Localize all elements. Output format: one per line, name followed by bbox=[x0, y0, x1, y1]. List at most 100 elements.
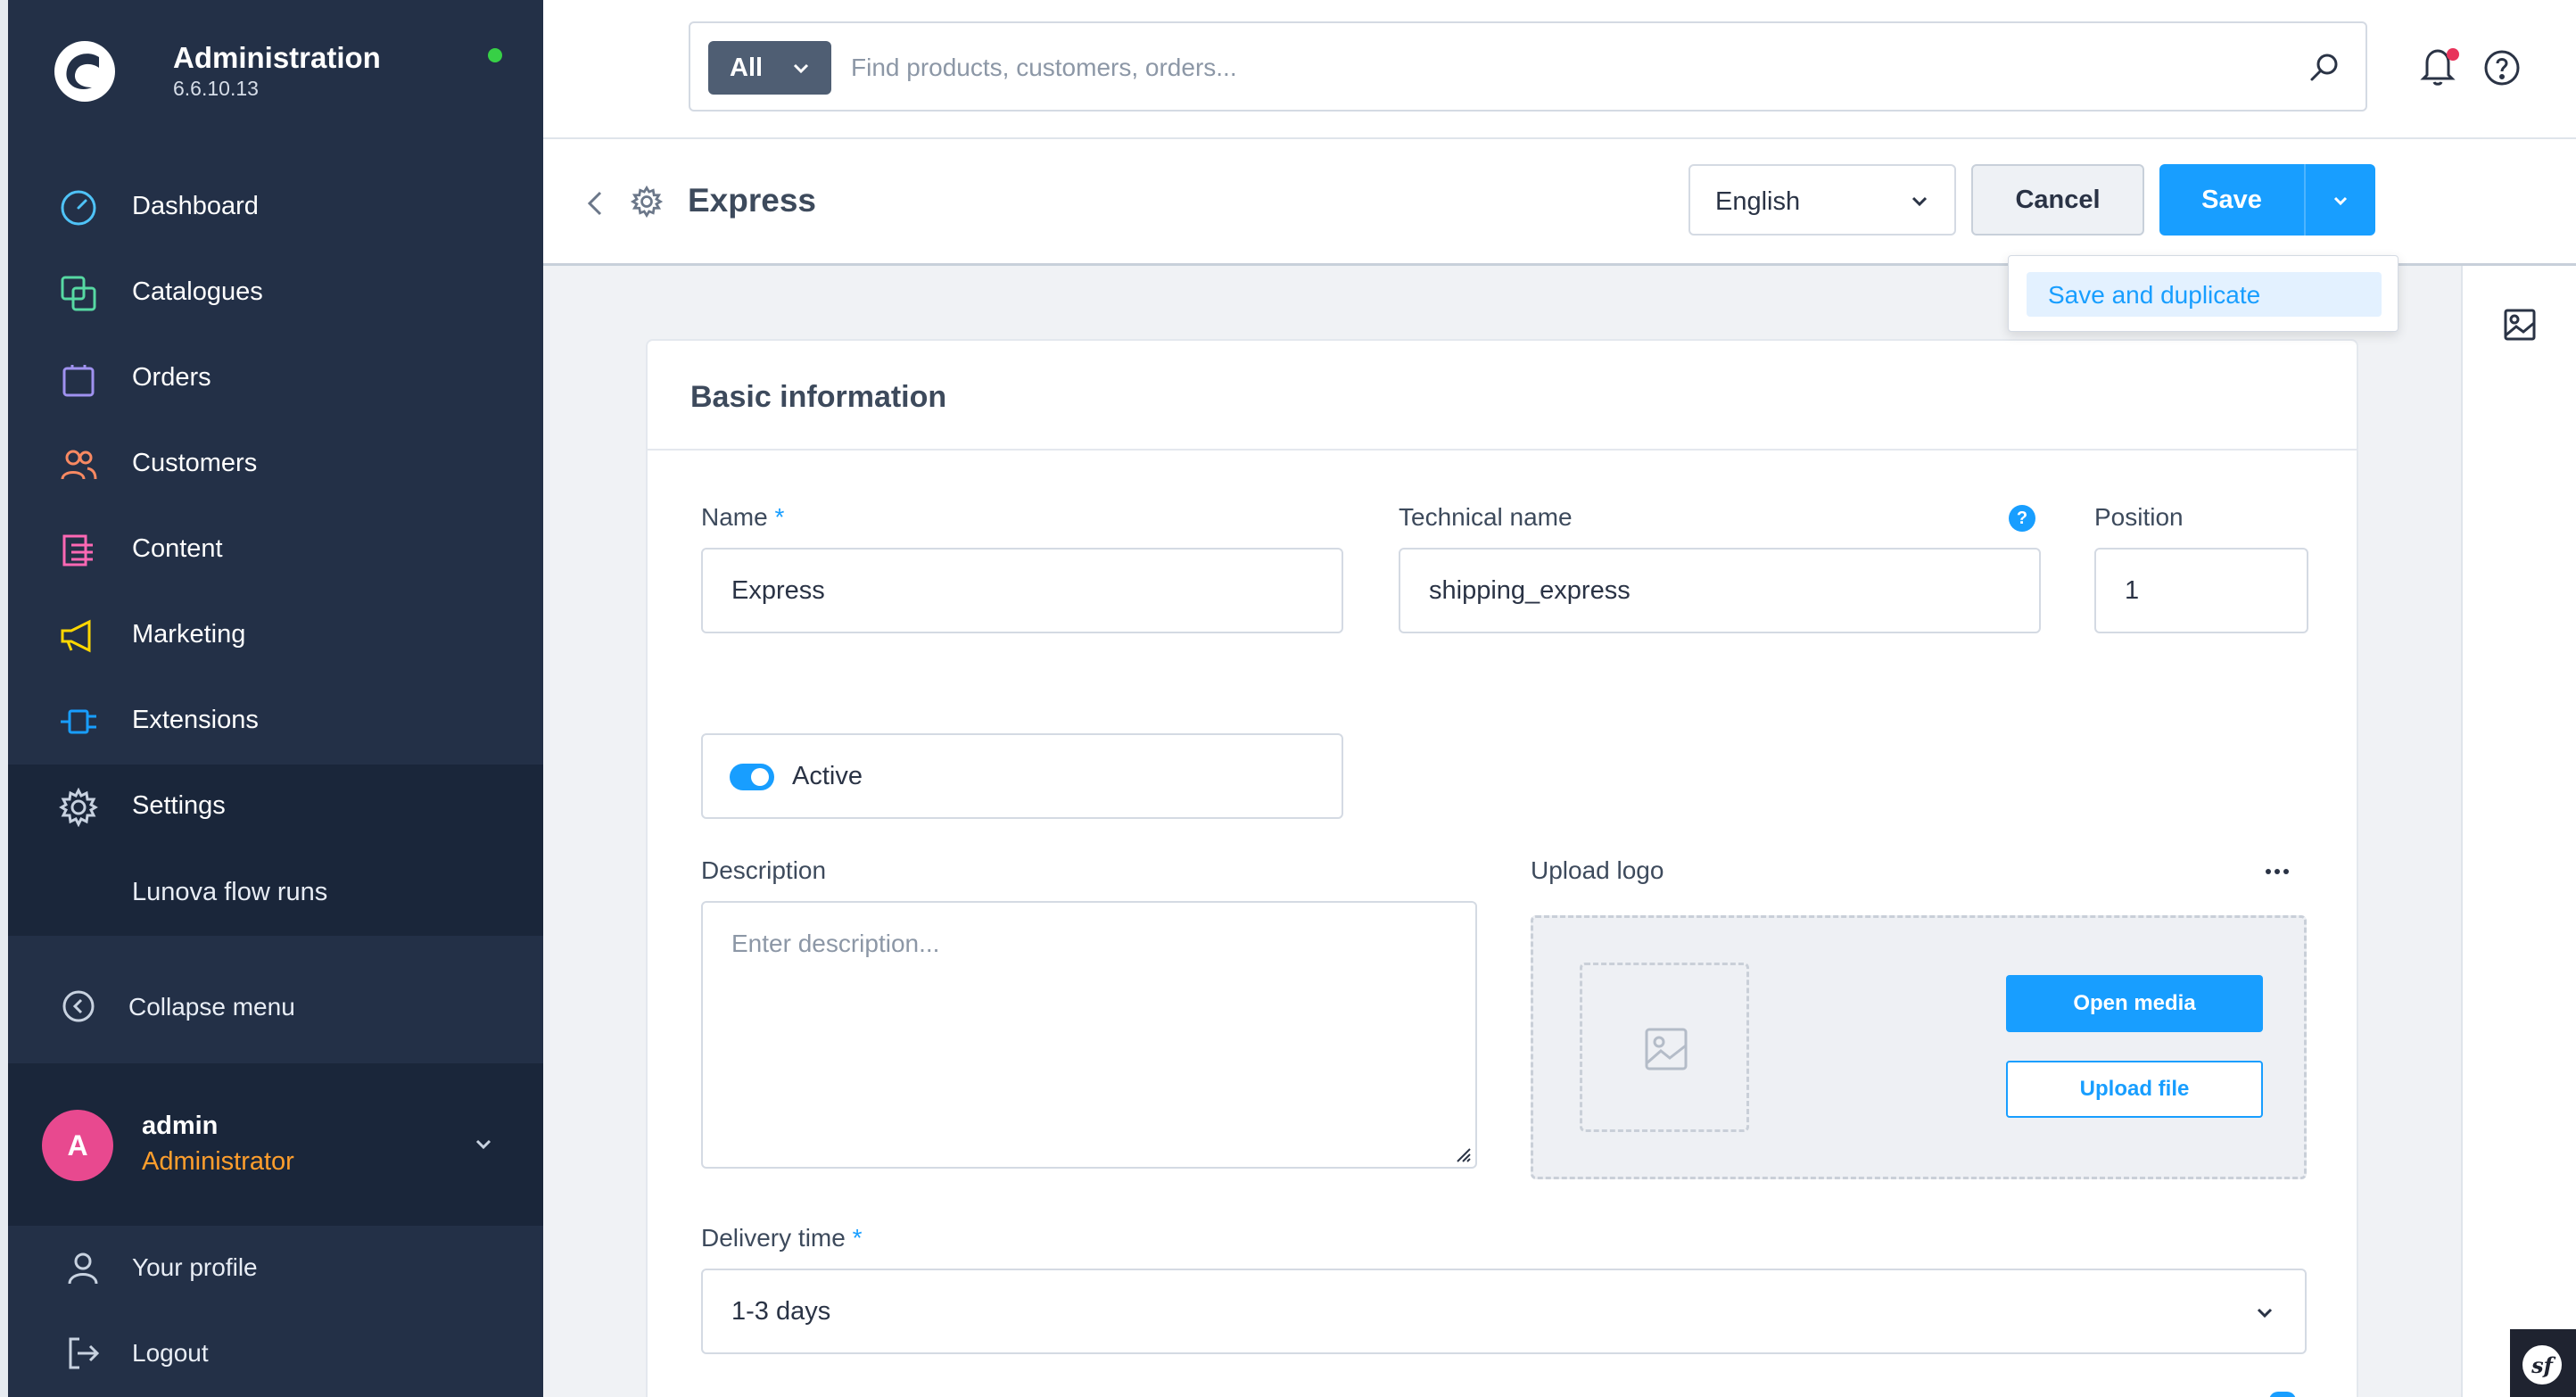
user-menu[interactable]: A admin Administrator bbox=[8, 1063, 543, 1226]
chevron-down-icon bbox=[2333, 196, 2348, 206]
sidebar-item-marketing[interactable]: Marketing bbox=[8, 593, 543, 679]
name-label-text: Name bbox=[701, 503, 768, 531]
active-label: Active bbox=[792, 762, 863, 790]
upload-file-button[interactable]: Upload file bbox=[2006, 1061, 2263, 1118]
image-placeholder-icon bbox=[1645, 1028, 1688, 1070]
notification-badge bbox=[2447, 48, 2459, 61]
plug-icon bbox=[61, 709, 96, 734]
search-icon[interactable] bbox=[2307, 50, 2342, 86]
chevron-down-icon[interactable] bbox=[470, 1131, 497, 1158]
sidebar-item-label: Customers bbox=[132, 449, 258, 477]
page-title: Express bbox=[688, 182, 816, 219]
description-label: Description bbox=[701, 856, 827, 884]
name-label: Name * bbox=[701, 503, 784, 532]
symfony-logo-icon: sf bbox=[2522, 1345, 2562, 1385]
sidebar-item-content[interactable]: Content bbox=[8, 508, 543, 593]
brand-title: Administration bbox=[173, 41, 381, 74]
logout-label: Logout bbox=[132, 1339, 209, 1367]
open-media-button[interactable]: Open media bbox=[2006, 975, 2263, 1032]
page-header: Express English Cancel Save bbox=[543, 141, 2576, 266]
gear-icon bbox=[59, 788, 98, 827]
content-icon bbox=[62, 534, 93, 566]
logo-preview-placeholder bbox=[1580, 963, 1749, 1132]
right-sidebar bbox=[2461, 266, 2576, 1397]
brand-version: 6.6.10.13 bbox=[173, 77, 259, 100]
chevron-left-circle-icon bbox=[62, 990, 95, 1022]
save-options-toggle[interactable] bbox=[2306, 164, 2375, 236]
upload-logo-label: Upload logo bbox=[1531, 856, 1664, 884]
save-options-dropdown: Save and duplicate bbox=[2008, 255, 2398, 332]
required-mark: * bbox=[774, 503, 785, 531]
active-toggle[interactable] bbox=[730, 764, 774, 790]
toggle-knob bbox=[751, 768, 769, 786]
search-scope-select[interactable]: All bbox=[708, 41, 831, 95]
search-input[interactable] bbox=[851, 41, 2242, 95]
search-scope-label: All bbox=[730, 54, 764, 82]
sidebar-item-label: Content bbox=[132, 534, 223, 563]
back-icon[interactable] bbox=[582, 186, 609, 221]
megaphone-icon bbox=[61, 619, 91, 653]
brand: Administration 6.6.10.13 bbox=[44, 34, 543, 114]
save-button[interactable]: Save bbox=[2159, 164, 2304, 236]
your-profile-label: Your profile bbox=[132, 1253, 258, 1281]
gauge-icon bbox=[61, 190, 96, 226]
user-icon bbox=[68, 1252, 98, 1285]
bag-icon bbox=[62, 365, 95, 397]
sidebar-item-label: Dashboard bbox=[132, 192, 259, 220]
collapse-menu-button[interactable]: Collapse menu bbox=[8, 964, 543, 1050]
technical-name-label: Technical name bbox=[1399, 503, 1573, 531]
position-label: Position bbox=[2094, 503, 2184, 531]
status-online-dot bbox=[488, 48, 502, 62]
sidebar-item-label: Catalogues bbox=[132, 277, 263, 306]
sidebar-item-dashboard[interactable]: Dashboard bbox=[8, 165, 543, 251]
your-profile-link[interactable]: Your profile bbox=[8, 1227, 543, 1312]
sidebar-item-orders[interactable]: Orders bbox=[8, 336, 543, 422]
upload-dropzone[interactable]: Open media Upload file bbox=[1531, 915, 2307, 1179]
symfony-toolbar-toggle[interactable]: sf bbox=[2510, 1329, 2576, 1397]
collapse-menu-label: Collapse menu bbox=[128, 993, 295, 1021]
sidebar-subitem-lunova-flow-runs[interactable]: Lunova flow runs bbox=[132, 878, 327, 907]
logout-link[interactable]: Logout bbox=[8, 1312, 543, 1397]
name-field-value: Express bbox=[731, 576, 825, 605]
sidebar-item-settings[interactable]: Settings bbox=[8, 765, 543, 850]
user-name: admin bbox=[142, 1112, 219, 1140]
active-toggle-field: Active bbox=[701, 733, 1343, 819]
description-textarea[interactable]: Enter description... bbox=[701, 901, 1477, 1169]
chevron-down-icon bbox=[793, 63, 809, 74]
save-and-duplicate-option[interactable]: Save and duplicate bbox=[2027, 272, 2382, 317]
delivery-time-select[interactable]: 1-3 days bbox=[701, 1269, 2307, 1354]
chevron-down-icon bbox=[2257, 1308, 2273, 1318]
shopware-logo-icon bbox=[54, 41, 115, 102]
card-divider bbox=[648, 449, 2357, 451]
users-icon bbox=[61, 450, 97, 480]
sidebar-item-customers[interactable]: Customers bbox=[8, 422, 543, 508]
logout-icon bbox=[69, 1337, 100, 1369]
sidebar-item-extensions[interactable]: Extensions bbox=[8, 679, 543, 765]
technical-name-field[interactable]: shipping_express bbox=[1399, 548, 2041, 633]
delivery-time-label: Delivery time * bbox=[701, 1224, 863, 1252]
avatar: A bbox=[42, 1110, 113, 1181]
sidebar: Administration 6.6.10.13 Dashboard Catal… bbox=[0, 0, 543, 1397]
sidebar-item-label: Extensions bbox=[132, 706, 259, 734]
info-help-icon[interactable]: ? bbox=[2009, 505, 2035, 532]
cancel-button[interactable]: Cancel bbox=[1971, 164, 2144, 236]
sidebar-item-catalogues[interactable]: Catalogues bbox=[8, 251, 543, 336]
delivery-time-value: 1-3 days bbox=[731, 1297, 831, 1326]
help-icon[interactable] bbox=[2482, 48, 2522, 87]
sidebar-item-label: Marketing bbox=[132, 620, 246, 649]
info-help-icon-partial bbox=[2269, 1392, 2296, 1397]
global-search: All bbox=[689, 21, 2367, 112]
language-select-value: English bbox=[1715, 187, 1801, 216]
sidebar-item-label: Settings bbox=[132, 791, 226, 820]
resize-handle-icon[interactable] bbox=[1452, 1144, 1472, 1163]
chevron-down-icon bbox=[1911, 196, 1928, 207]
language-select[interactable]: English bbox=[1688, 164, 1956, 236]
card-title: Basic information bbox=[690, 380, 947, 414]
more-options-icon[interactable] bbox=[2264, 865, 2291, 878]
required-mark: * bbox=[852, 1224, 863, 1252]
name-field[interactable]: Express bbox=[701, 548, 1343, 633]
image-icon[interactable] bbox=[2502, 307, 2538, 343]
sidebar-item-label: Orders bbox=[132, 363, 211, 392]
basic-information-card: Basic information Name * Express Technic… bbox=[646, 339, 2358, 1397]
position-field[interactable]: 1 bbox=[2094, 548, 2308, 633]
